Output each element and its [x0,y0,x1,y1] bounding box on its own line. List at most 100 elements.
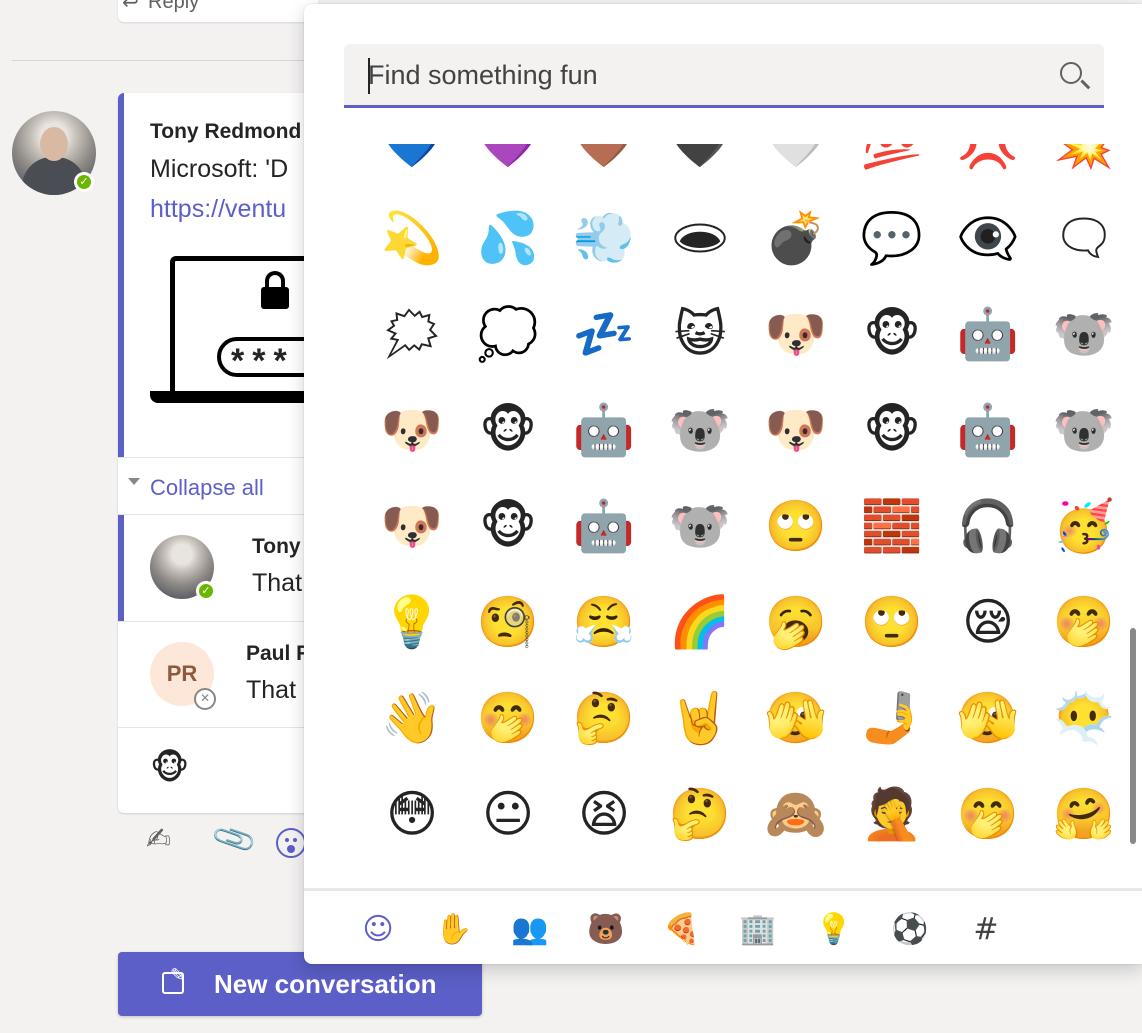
emoji-button[interactable]: 🐵 [460,478,556,574]
emoji-button[interactable]: 🤭 [940,766,1036,862]
emoji-button[interactable]: 🙄 [748,478,844,574]
emoji-button[interactable]: 🤎 [556,144,652,190]
emoji-button[interactable]: 😤 [556,574,652,670]
emoji-button[interactable]: 💯 [844,144,940,190]
emoji-button[interactable]: 🤖 [556,478,652,574]
emoji-button[interactable]: 🙈 [748,766,844,862]
emoji-button[interactable]: 💬 [844,190,940,286]
compose-icon [162,965,185,994]
emoji-button[interactable]: 🐵 [460,382,556,478]
emoji-button[interactable]: 💡 [364,574,460,670]
emoji-button[interactable]: 🤗 [1036,766,1132,862]
reply-item[interactable]: ✓ Tony That [118,515,318,621]
emoji-icon-mouth [287,845,295,853]
emoji-button[interactable]: 💢 [940,144,1036,190]
emoji-button[interactable]: 😐 [460,766,556,862]
emoji-button[interactable]: 🗨 [1036,190,1132,286]
emoji-button[interactable]: 🐨 [652,382,748,478]
emoji-button[interactable]: 👁‍🗨 [940,190,1036,286]
emoji-button[interactable]: 🐨 [1036,286,1132,382]
emoji-button[interactable]: 🖤 [652,144,748,190]
post-author: Tony Redmond [150,120,302,143]
emoji-button[interactable]: 🐶 [748,382,844,478]
emoji-button[interactable]: 🕳 [652,190,748,286]
emoji-button[interactable]: 👋 [364,670,460,766]
smiley-icon[interactable]: ☺ [358,909,398,949]
emoji-button[interactable]: 🤘 [652,670,748,766]
emoji-icon[interactable] [276,828,306,858]
emoji-button[interactable]: 🧱 [844,478,940,574]
lightbulb-icon[interactable]: 💡 [814,909,854,949]
emoji-button[interactable]: 🤭 [460,670,556,766]
reply-button[interactable]: Reply [148,0,199,14]
emoji-button[interactable]: 🐶 [364,478,460,574]
emoji-button[interactable]: 🐶 [748,286,844,382]
emoji-grid-viewport: 💙💜🤎🖤🤍💯💢💥💫💦💨🕳💣💬👁‍🗨🗨🗯💭💤😺🐶🐵🤖🐨🐶🐵🤖🐨🐶🐵🤖🐨🐶🐵🤖🐨🙄🧱… [304,144,1142,884]
scrollbar[interactable] [1130,628,1136,844]
emoji-button[interactable]: 🐶 [364,382,460,478]
reply-author: Paul F [246,642,310,665]
emoji-button[interactable]: 🙄 [844,574,940,670]
reply-message: That [252,569,303,597]
emoji-button[interactable]: 🗯 [364,286,460,382]
emoji-button[interactable]: 😫 [556,766,652,862]
emoji-button[interactable]: 🤖 [940,382,1036,478]
search-icon[interactable] [1060,62,1082,84]
emoji-button[interactable]: 🐵 [844,286,940,382]
emoji-button[interactable]: 🤖 [556,382,652,478]
inserted-emoji-icon: 🐵 [150,749,190,787]
format-icon[interactable]: ✍ [146,822,171,857]
emoji-button[interactable]: 💜 [460,144,556,190]
compose-box[interactable]: 🐵 [118,727,318,813]
people-icon[interactable]: 👥 [510,909,550,949]
reply-arrow-icon: ↩ [122,0,139,14]
emoji-button[interactable]: 💤 [556,286,652,382]
emoji-button[interactable]: 💙 [364,144,460,190]
emoji-button[interactable]: 💣 [748,190,844,286]
new-conversation-label: New conversation [214,969,437,999]
emoji-button[interactable]: 🐨 [652,478,748,574]
emoji-button[interactable]: 💥 [1036,144,1132,190]
emoji-button[interactable]: 🤔 [652,766,748,862]
emoji-button[interactable]: 🫣 [940,670,1036,766]
post-link[interactable]: https://ventu [150,195,286,224]
emoji-button[interactable]: 🤔 [556,670,652,766]
collapse-all-button[interactable]: Collapse all [118,457,318,515]
emoji-button[interactable]: 💫 [364,190,460,286]
emoji-button[interactable]: 😶‍🌫️ [1036,670,1132,766]
emoji-button[interactable]: 🤖 [940,286,1036,382]
lock-icon [261,271,289,309]
building-icon[interactable]: 🏢 [738,909,778,949]
emoji-button[interactable]: 🌈 [652,574,748,670]
emoji-button[interactable]: 🐨 [1036,382,1132,478]
hand-icon[interactable]: ✋ [434,909,474,949]
emoji-button[interactable]: 💭 [460,286,556,382]
soccer-ball-icon[interactable]: ⚽ [890,909,930,949]
emoji-button[interactable]: 🎧 [940,478,1036,574]
reply-author: Tony [252,535,301,558]
laptop-image: *** [170,256,318,396]
pizza-icon[interactable]: 🍕 [662,909,702,949]
emoji-button[interactable]: 😪 [940,574,1036,670]
attach-icon[interactable]: 📎 [210,815,260,864]
emoji-button[interactable]: 🥱 [748,574,844,670]
emoji-button[interactable]: 😺 [652,286,748,382]
emoji-button[interactable]: 🧐 [460,574,556,670]
reply-item[interactable]: PR ✕ Paul F That [118,621,318,728]
emoji-icon-eye [293,838,297,842]
emoji-button[interactable]: 🤳 [844,670,940,766]
emoji-button[interactable]: 🤭 [1036,574,1132,670]
bear-icon[interactable]: 🐻 [586,909,626,949]
emoji-button[interactable]: 🤦 [844,766,940,862]
emoji-button[interactable]: 💨 [556,190,652,286]
presence-available-icon: ✓ [74,172,94,192]
emoji-button[interactable]: 🐵 [844,382,940,478]
emoji-button[interactable]: 😳 [364,766,460,862]
emoji-button[interactable]: 🤍 [748,144,844,190]
emoji-button[interactable]: 🥳 [1036,478,1132,574]
emoji-picker: 💙💜🤎🖤🤍💯💢💥💫💦💨🕳💣💬👁‍🗨🗨🗯💭💤😺🐶🐵🤖🐨🐶🐵🤖🐨🐶🐵🤖🐨🐶🐵🤖🐨🙄🧱… [304,4,1142,964]
hashtag-icon[interactable]: # [966,909,1006,949]
emoji-button[interactable]: 💦 [460,190,556,286]
search-input[interactable] [366,54,1050,96]
emoji-button[interactable]: 🫣 [748,670,844,766]
